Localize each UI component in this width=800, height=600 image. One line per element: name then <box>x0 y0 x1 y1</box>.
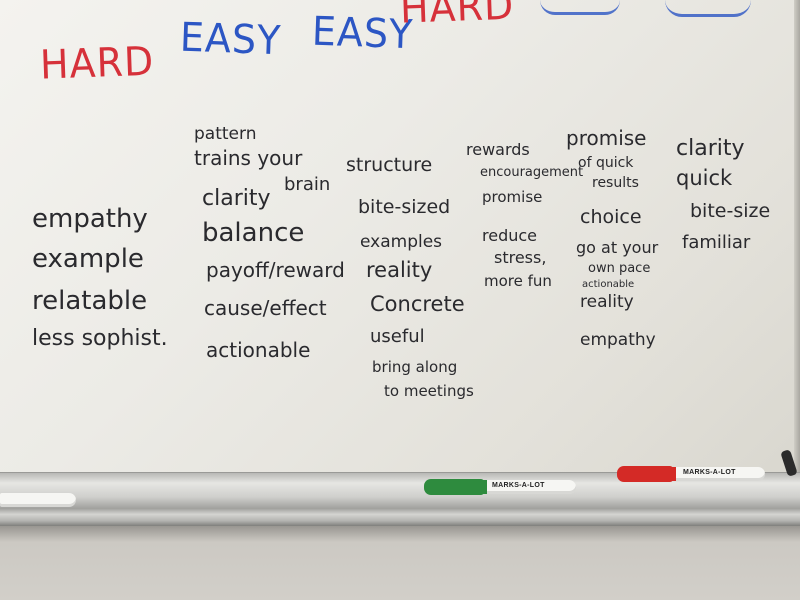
marker-tray-lip <box>0 508 800 526</box>
list-item: clarity <box>202 186 271 211</box>
list-item: bite-sized <box>358 196 451 218</box>
list-item: to meetings <box>384 382 474 400</box>
list-item: examples <box>360 232 443 252</box>
cutoff-header-ink-1 <box>540 0 620 15</box>
list-item: quick <box>676 166 733 190</box>
list-item: clarity <box>676 136 745 161</box>
list-item: structure <box>346 154 433 176</box>
list-item: actionable <box>206 338 311 362</box>
list-item: of quick <box>578 155 634 171</box>
list-item: bring along <box>372 358 458 376</box>
list-item: familiar <box>682 232 751 253</box>
list-item: example <box>32 244 144 274</box>
column-hard-1: empathy example relatable less sophist. <box>32 200 192 370</box>
whiteboard-frame-edge <box>794 0 800 480</box>
header-easy-1: EASY <box>179 13 283 64</box>
list-item: empathy <box>580 330 656 350</box>
header-easy-2: EASY <box>311 7 415 58</box>
list-item: promise <box>482 188 543 206</box>
list-item: go at your <box>576 238 659 257</box>
marker-partial-left[interactable] <box>0 492 78 508</box>
list-item: pattern <box>194 124 257 144</box>
list-item: reality <box>366 258 433 282</box>
list-item: promise <box>566 126 647 150</box>
list-item: results <box>592 175 639 191</box>
list-item: Concrete <box>370 292 465 316</box>
column-easy-4: clarity quick bite-size familiar <box>676 138 786 278</box>
list-item: trains your <box>194 146 303 170</box>
column-easy-1: pattern trains your brain clarity balanc… <box>194 126 364 376</box>
list-item: payoff/reward <box>206 258 345 282</box>
column-hard-2: rewards encouragement promise reduce str… <box>466 140 583 302</box>
cutoff-header-ink-2 <box>665 0 751 17</box>
whiteboard-photo: HARD EASY EASY HARD empathy example rela… <box>0 0 800 600</box>
tray-shadow <box>0 526 800 542</box>
list-item: actionable <box>582 279 635 290</box>
list-item: bite-size <box>690 200 771 222</box>
list-item: choice <box>580 206 642 228</box>
green-marker[interactable]: MARKS-A-LOT <box>424 479 576 495</box>
green-marker-brand: MARKS-A-LOT <box>492 482 545 489</box>
header-hard-left: HARD <box>39 37 155 89</box>
list-item: cause/effect <box>204 296 327 320</box>
list-item: less sophist. <box>32 326 168 351</box>
green-marker-cap <box>424 479 484 495</box>
column-easy-3: promise of quick results choice go at yo… <box>566 128 676 378</box>
red-marker-brand: MARKS-A-LOT <box>683 469 736 476</box>
header-hard-right: HARD <box>399 0 515 33</box>
list-item: balance <box>202 218 305 248</box>
list-item: stress, <box>494 248 547 267</box>
list-item: brain <box>284 174 331 195</box>
list-item: empathy <box>32 204 148 234</box>
list-item: more fun <box>484 272 552 290</box>
list-item: relatable <box>32 286 148 316</box>
red-marker-cap <box>617 466 673 482</box>
list-item: reduce <box>482 226 538 245</box>
list-item: own pace <box>588 261 651 276</box>
column-easy-2: structure bite-sized examples reality Co… <box>346 156 476 416</box>
red-marker[interactable]: MARKS-A-LOT <box>617 466 765 482</box>
list-item: reality <box>580 292 634 312</box>
list-item: rewards <box>466 140 530 159</box>
list-item: useful <box>370 326 425 347</box>
